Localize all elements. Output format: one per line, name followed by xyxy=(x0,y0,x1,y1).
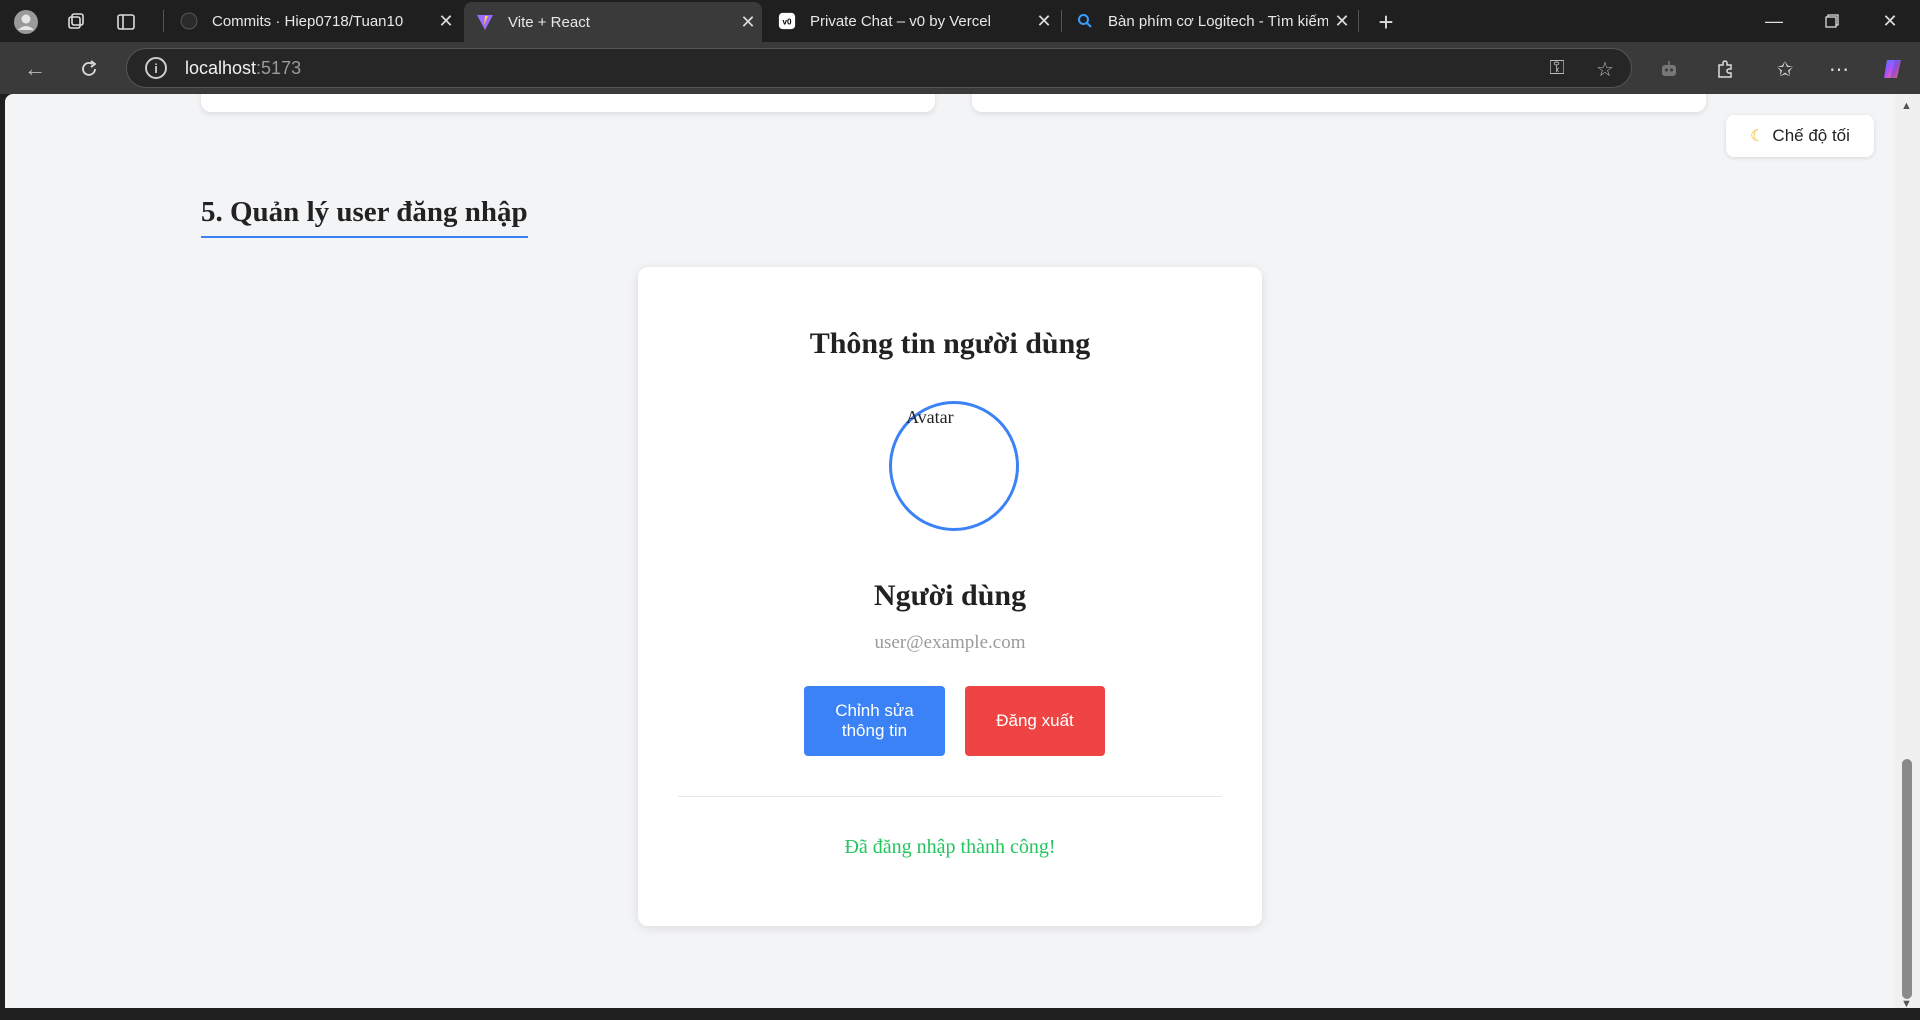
browser-tab-bar: Commits · Hiep0718/Tuan10 ✕ Vite + React… xyxy=(0,0,1920,42)
section-title: 5. Quản lý user đăng nhập xyxy=(201,196,528,238)
refresh-icon[interactable] xyxy=(74,54,104,84)
back-icon[interactable]: ← xyxy=(20,54,50,84)
dark-mode-button[interactable]: ☾ Chế độ tối xyxy=(1726,115,1874,157)
tab-title: Private Chat – v0 by Vercel xyxy=(810,12,991,30)
site-info-icon[interactable]: i xyxy=(145,57,167,79)
previous-section-card xyxy=(201,94,935,112)
tab-vite-react[interactable]: Vite + React ✕ xyxy=(464,2,762,42)
close-tab-icon[interactable]: ✕ xyxy=(734,12,762,33)
avatar: Avatar xyxy=(889,401,1019,531)
page-scrollbar[interactable]: ▲ ▼ xyxy=(1895,94,1920,1014)
new-tab-icon[interactable]: + xyxy=(1372,7,1400,37)
previous-section-card xyxy=(972,94,1706,112)
favorites-icon[interactable]: ✩ xyxy=(1770,54,1800,84)
tab-title: Commits · Hiep0718/Tuan10 xyxy=(212,12,404,30)
more-options-icon[interactable]: ⋯ xyxy=(1824,54,1854,84)
copilot-icon[interactable] xyxy=(1878,54,1908,84)
scrollbar-thumb[interactable] xyxy=(1902,759,1912,999)
profile-icon[interactable] xyxy=(12,8,40,36)
address-bar[interactable]: i localhost:5173 ⚿ ☆ xyxy=(126,48,1632,88)
tab-commits[interactable]: Commits · Hiep0718/Tuan10 ✕ xyxy=(168,4,460,38)
tab-private-chat[interactable]: v0 Private Chat – v0 by Vercel ✕ xyxy=(766,4,1058,38)
vite-icon xyxy=(476,13,494,31)
close-window-icon[interactable]: ✕ xyxy=(1870,6,1910,36)
close-tab-icon[interactable]: ✕ xyxy=(432,11,460,32)
logout-button[interactable]: Đăng xuất xyxy=(965,686,1105,756)
close-tab-icon[interactable]: ✕ xyxy=(1030,11,1058,32)
user-profile-card: Thông tin người dùng Avatar Người dùng u… xyxy=(638,267,1262,926)
edit-profile-button[interactable]: Chỉnh sửa thông tin xyxy=(804,686,945,756)
tab-title: Bàn phím cơ Logitech - Tìm kiếm xyxy=(1108,12,1328,30)
dark-mode-label: Chế độ tối xyxy=(1772,126,1850,145)
search-icon xyxy=(1076,12,1094,30)
svg-text:v0: v0 xyxy=(783,18,792,27)
close-tab-icon[interactable]: ✕ xyxy=(1328,11,1356,32)
extensions-icon[interactable] xyxy=(1710,54,1740,84)
user-name: Người dùng xyxy=(873,579,1027,612)
restore-icon[interactable] xyxy=(1812,6,1852,36)
vertical-tabs-icon[interactable] xyxy=(112,8,140,36)
tab-separator xyxy=(163,10,164,32)
login-status-message: Đã đăng nhập thành công! xyxy=(844,836,1056,858)
workspaces-icon[interactable] xyxy=(62,8,90,36)
divider xyxy=(678,796,1222,797)
github-icon xyxy=(180,12,198,30)
key-icon[interactable]: ⚿ xyxy=(1545,57,1569,80)
url-text: localhost:5173 xyxy=(185,57,302,78)
tab-title: Vite + React xyxy=(508,13,590,31)
copilot-bot-icon[interactable] xyxy=(1654,54,1684,84)
tab-separator xyxy=(1061,10,1062,32)
avatar-alt-text: Avatar xyxy=(906,407,954,427)
user-email: user@example.com xyxy=(874,632,1026,653)
browser-toolbar: ← i localhost:5173 ⚿ ☆ ✩ ⋯ xyxy=(0,42,1920,94)
profile-title: Thông tin người dùng xyxy=(809,327,1091,360)
page-viewport: ☾ Chế độ tối 5. Quản lý user đăng nhập T… xyxy=(5,94,1895,1014)
moon-icon: ☾ xyxy=(1750,128,1765,145)
tab-separator xyxy=(1358,10,1359,32)
favorite-star-icon[interactable]: ☆ xyxy=(1593,57,1617,82)
minimize-icon[interactable]: — xyxy=(1754,6,1794,36)
window-frame-bottom xyxy=(0,1008,1920,1020)
scroll-up-icon[interactable]: ▲ xyxy=(1901,100,1912,112)
v0-icon: v0 xyxy=(778,12,796,30)
tab-search[interactable]: Bàn phím cơ Logitech - Tìm kiếm ✕ xyxy=(1064,4,1356,38)
